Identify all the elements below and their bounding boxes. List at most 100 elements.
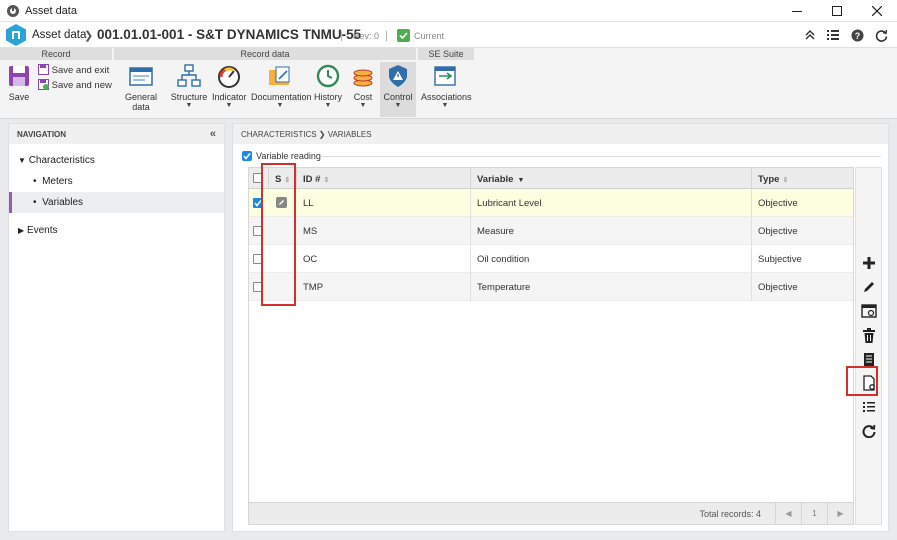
plus-icon <box>863 257 875 269</box>
table-row[interactable]: OC Oil condition Subjective <box>249 245 853 273</box>
view-button[interactable] <box>859 301 879 321</box>
documentation-button[interactable]: Documentation ▼ <box>251 62 312 117</box>
variable-reading-checkbox[interactable] <box>242 151 252 161</box>
pencil-icon <box>864 282 874 292</box>
tree-item-events[interactable]: ▶ Events <box>18 225 58 236</box>
navigation-header: NAVIGATION « <box>9 124 224 144</box>
page-title: 001.01.01-001 - S&T DYNAMICS TNMU-55 <box>97 27 362 42</box>
control-button[interactable]: Control ▼ <box>380 62 416 117</box>
document-gear-icon <box>863 375 875 391</box>
svg-text:?: ? <box>854 31 860 41</box>
document-list-button[interactable] <box>859 349 879 369</box>
tree-item-variables[interactable]: • Variables <box>33 197 83 208</box>
column-header-variable[interactable]: Variable ▼ <box>471 168 752 189</box>
row-checkbox[interactable] <box>253 198 263 208</box>
asset-logo-icon <box>6 24 26 46</box>
cell-variable: Temperature <box>477 282 531 293</box>
add-button[interactable] <box>859 253 879 273</box>
table-row[interactable]: TMP Temperature Objective <box>249 273 853 301</box>
table-row[interactable]: LL Lubricant Level Objective <box>249 189 853 217</box>
column-header-s[interactable]: S ⇕ <box>269 168 297 189</box>
edit-status-icon <box>276 197 287 208</box>
gauge-icon <box>216 63 242 89</box>
close-button[interactable] <box>857 0 897 22</box>
cell-type: Objective <box>758 198 798 209</box>
caret-down-icon: ▼ <box>18 156 26 165</box>
cell-type: Objective <box>758 282 798 293</box>
tree-item-meters[interactable]: • Meters <box>33 176 73 187</box>
select-all-cell <box>249 168 269 189</box>
associations-icon <box>432 63 458 89</box>
control-label: Control <box>383 92 413 102</box>
main-panel: CHARACTERISTICS ❯ VARIABLES Variable rea… <box>232 123 889 532</box>
row-checkbox[interactable] <box>253 254 263 264</box>
column-header-type[interactable]: Type ⇕ <box>752 168 853 189</box>
save-button[interactable]: Save <box>5 62 33 117</box>
general-data-label: General data <box>124 92 158 112</box>
bullet-icon: • <box>33 197 37 208</box>
cell-type: Objective <box>758 226 798 237</box>
page-number[interactable]: 1 <box>801 503 827 524</box>
column-label-variable: Variable <box>477 174 514 185</box>
close-icon <box>872 6 882 16</box>
breadcrumb-asset-data[interactable]: Asset data <box>32 29 86 41</box>
edit-button[interactable] <box>859 277 879 297</box>
tree-label-characteristics: Characteristics <box>28 155 95 166</box>
dropdown-caret-icon: ▼ <box>441 102 449 109</box>
help-icon[interactable]: ? <box>849 27 865 43</box>
sort-icon: ⇕ <box>323 177 330 184</box>
dropdown-caret-icon: ▼ <box>324 102 332 109</box>
indicator-label: Indicator <box>212 92 247 102</box>
list-icon[interactable] <box>825 27 841 43</box>
save-exit-icon <box>38 64 49 75</box>
save-new-icon <box>38 79 49 90</box>
group-se-suite: SE Suite <box>418 48 474 60</box>
variable-reading-label: Variable reading <box>256 151 321 161</box>
cell-variable: Measure <box>477 226 514 237</box>
table-row[interactable]: MS Measure Objective <box>249 217 853 245</box>
refresh-button[interactable] <box>859 421 879 441</box>
general-data-button[interactable]: General data <box>117 62 165 117</box>
structure-button[interactable]: Structure ▼ <box>170 62 208 117</box>
next-page-button[interactable]: ▶ <box>827 503 853 524</box>
hierarchy-icon <box>176 63 202 89</box>
tree-item-characteristics[interactable]: ▼ Characteristics <box>18 155 95 166</box>
save-and-new-label: Save and new <box>51 80 112 91</box>
record-header: Asset data ❯ 001.01.01-001 - S&T DYNAMIC… <box>0 22 897 48</box>
refresh-icon[interactable] <box>873 27 889 43</box>
cost-button[interactable]: Cost ▼ <box>349 62 377 117</box>
column-label-id: ID # <box>303 174 321 185</box>
delete-button[interactable] <box>859 325 879 345</box>
column-header-id[interactable]: ID # ⇕ <box>297 168 471 189</box>
row-checkbox[interactable] <box>253 282 263 292</box>
dropdown-caret-icon: ▼ <box>185 102 193 109</box>
maximize-button[interactable] <box>817 0 857 22</box>
indicator-button[interactable]: Indicator ▼ <box>212 62 247 117</box>
dropdown-caret-icon: ▼ <box>359 102 367 109</box>
save-and-exit-button[interactable]: Save and exit <box>38 64 109 76</box>
sort-icon: ⇕ <box>782 177 789 184</box>
app-icon <box>7 5 19 17</box>
documentation-label: Documentation <box>251 92 312 102</box>
minimize-button[interactable] <box>777 0 817 22</box>
list-details-icon <box>863 402 875 412</box>
collapse-left-icon[interactable]: « <box>210 128 216 140</box>
previous-page-button[interactable]: ◀ <box>775 503 801 524</box>
history-button[interactable]: History ▼ <box>313 62 343 117</box>
action-toolbar <box>855 167 882 525</box>
document-settings-button[interactable] <box>859 373 879 393</box>
save-label: Save <box>8 92 30 102</box>
list-details-button[interactable] <box>859 397 879 417</box>
dropdown-caret-icon: ▼ <box>394 102 402 109</box>
view-window-icon <box>861 304 877 318</box>
select-all-checkbox[interactable] <box>253 173 263 183</box>
row-checkbox[interactable] <box>253 226 263 236</box>
save-and-new-button[interactable]: Save and new <box>38 79 112 91</box>
window-title: Asset data <box>25 5 77 17</box>
folder-document-icon <box>267 63 293 89</box>
cost-label: Cost <box>353 92 373 102</box>
trash-icon <box>863 327 875 343</box>
associations-button[interactable]: Associations ▼ <box>421 62 472 117</box>
navigation-panel: NAVIGATION « ▼ Characteristics • Meters … <box>8 123 225 532</box>
collapse-up-icon[interactable] <box>802 27 818 43</box>
